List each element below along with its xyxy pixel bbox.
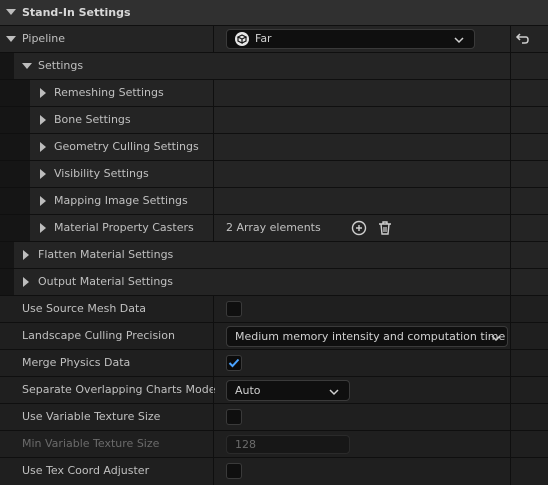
pipeline-row: Pipeline Far <box>0 26 548 53</box>
trash-icon[interactable] <box>377 220 393 239</box>
pipeline-dropdown[interactable]: Far <box>226 29 475 49</box>
use-variable-texture-checkbox[interactable] <box>226 409 242 425</box>
section-header[interactable]: Stand-In Settings <box>0 0 548 26</box>
group-label: Flatten Material Settings <box>38 248 174 261</box>
property-label: Landscape Culling Precision <box>22 329 175 342</box>
settings-item-mapping-image[interactable]: Mapping Image Settings <box>0 188 548 215</box>
chevron-down-icon <box>329 386 339 399</box>
group-label: Output Material Settings <box>38 275 174 288</box>
expand-arrow-icon[interactable] <box>40 223 46 233</box>
expand-arrow-icon[interactable] <box>6 36 16 42</box>
separate-charts-row: Separate Overlapping Charts Mode Auto <box>0 377 548 404</box>
settings-item-remeshing[interactable]: Remeshing Settings <box>0 80 548 107</box>
settings-item-geometry-culling[interactable]: Geometry Culling Settings <box>0 134 548 161</box>
use-source-mesh-row: Use Source Mesh Data <box>0 296 548 323</box>
chevron-down-icon <box>454 34 464 47</box>
settings-item-label: Bone Settings <box>54 113 131 126</box>
property-label: Separate Overlapping Charts Mode <box>22 383 216 396</box>
expand-arrow-icon[interactable] <box>40 142 46 152</box>
property-label: Merge Physics Data <box>22 356 131 369</box>
pipeline-value: Far <box>255 32 272 45</box>
use-tex-coord-row: Use Tex Coord Adjuster <box>0 458 548 485</box>
use-source-mesh-checkbox[interactable] <box>226 301 242 317</box>
expand-arrow-icon[interactable] <box>23 277 29 287</box>
settings-item-label: Visibility Settings <box>54 167 149 180</box>
pipeline-label: Pipeline <box>22 32 66 45</box>
separate-charts-dropdown[interactable]: Auto <box>226 380 350 401</box>
settings-item-label: Remeshing Settings <box>54 86 164 99</box>
merge-physics-checkbox[interactable] <box>226 355 242 371</box>
add-element-icon[interactable] <box>351 220 367 239</box>
checkmark-icon <box>228 358 240 368</box>
property-label: Use Variable Texture Size <box>22 410 161 423</box>
expand-arrow-icon[interactable] <box>40 88 46 98</box>
dropdown-value: Medium memory intensity and computation … <box>235 330 506 343</box>
property-label: Use Source Mesh Data <box>22 302 147 315</box>
settings-item-material-property-casters[interactable]: Material Property Casters 2 Array elemen… <box>0 215 548 242</box>
reset-arrow-icon[interactable] <box>514 31 530 50</box>
expand-arrow-icon[interactable] <box>40 196 46 206</box>
expand-arrow-icon[interactable] <box>40 169 46 179</box>
pipeline-asset-icon <box>235 32 249 46</box>
min-variable-texture-row: Min Variable Texture Size 128 <box>0 431 548 458</box>
expand-arrow-icon[interactable] <box>23 250 29 260</box>
property-label: Min Variable Texture Size <box>22 437 160 450</box>
reset-column-divider <box>510 26 511 52</box>
min-variable-texture-input[interactable]: 128 <box>226 435 350 454</box>
flatten-material-group[interactable]: Flatten Material Settings <box>0 242 548 269</box>
settings-item-visibility[interactable]: Visibility Settings <box>0 161 548 188</box>
settings-label: Settings <box>38 59 84 72</box>
landscape-culling-dropdown[interactable]: Medium memory intensity and computation … <box>226 326 508 347</box>
settings-row: Settings <box>0 53 548 80</box>
merge-physics-row: Merge Physics Data <box>0 350 548 377</box>
settings-item-label: Geometry Culling Settings <box>54 140 199 153</box>
expand-arrow-icon[interactable] <box>40 115 46 125</box>
chevron-down-icon <box>491 332 501 345</box>
array-elements-value: 2 Array elements <box>226 221 321 234</box>
settings-item-label: Material Property Casters <box>54 221 194 234</box>
section-title: Stand-In Settings <box>22 6 131 19</box>
use-variable-texture-row: Use Variable Texture Size <box>0 404 548 431</box>
landscape-culling-row: Landscape Culling Precision Medium memor… <box>0 323 548 350</box>
dropdown-value: Auto <box>235 384 261 397</box>
column-divider <box>213 26 214 52</box>
input-value: 128 <box>235 438 256 451</box>
settings-item-label: Mapping Image Settings <box>54 194 188 207</box>
property-label: Use Tex Coord Adjuster <box>22 464 150 477</box>
use-tex-coord-checkbox[interactable] <box>226 463 242 479</box>
expand-arrow-icon[interactable] <box>22 63 32 69</box>
collapse-arrow-icon[interactable] <box>6 9 16 15</box>
settings-item-bone[interactable]: Bone Settings <box>0 107 548 134</box>
output-material-group[interactable]: Output Material Settings <box>0 269 548 296</box>
